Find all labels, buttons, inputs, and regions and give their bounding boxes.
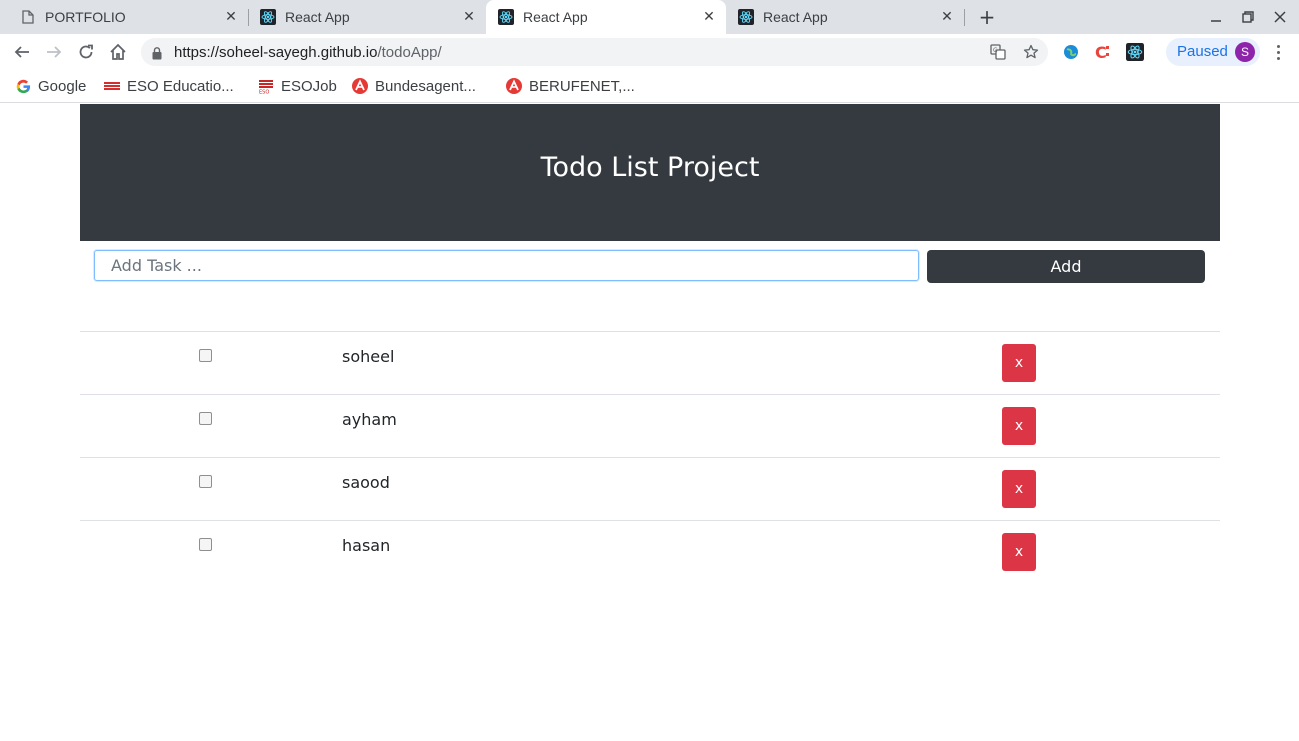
page-title: Todo List Project	[540, 152, 760, 183]
todo-checkbox[interactable]	[199, 349, 212, 362]
avatar: S	[1235, 42, 1255, 62]
minimize-icon[interactable]	[1207, 8, 1225, 26]
google-icon	[15, 78, 31, 94]
delete-todo-button[interactable]: x	[1002, 533, 1036, 571]
todo-checkbox[interactable]	[199, 475, 212, 488]
todo-text: saood	[342, 473, 390, 492]
star-icon[interactable]	[1022, 43, 1040, 61]
restore-icon[interactable]	[1239, 8, 1257, 26]
tab-react-app-active[interactable]: React App ✕	[486, 0, 726, 34]
forward-arrow-icon[interactable]	[42, 40, 66, 64]
home-icon[interactable]	[106, 40, 130, 64]
tab-title: PORTFOLIO	[45, 9, 126, 25]
bookmark-label: ESO Educatio...	[127, 77, 234, 95]
tab-react-app-3[interactable]: React App ✕	[726, 0, 964, 34]
close-icon[interactable]: ✕	[222, 8, 240, 26]
bookmark-label: ESOJob	[281, 77, 337, 95]
reload-icon[interactable]	[74, 40, 98, 64]
bookmarks-bar: Google ESO Educatio... ESO ESOJob Bundes…	[0, 70, 1299, 103]
close-icon[interactable]: ✕	[460, 8, 478, 26]
list-item: ayham x	[80, 394, 1220, 457]
react-devtools-icon[interactable]	[1125, 42, 1145, 62]
list-item: hasan x	[80, 520, 1220, 583]
document-icon	[20, 9, 36, 25]
delete-todo-button[interactable]: x	[1002, 470, 1036, 508]
bookmark-eso-education[interactable]: ESO Educatio...	[104, 75, 234, 97]
todo-list: soheel x ayham x saood x hasan x	[80, 331, 1220, 583]
svg-text:ESO: ESO	[259, 90, 269, 95]
delete-todo-button[interactable]: x	[1002, 407, 1036, 445]
svg-text:G: G	[993, 47, 998, 54]
tab-divider	[964, 9, 965, 26]
list-item: soheel x	[80, 331, 1220, 394]
bookmark-label: BERUFENET,...	[529, 77, 635, 95]
delete-todo-button[interactable]: x	[1002, 344, 1036, 382]
tab-portfolio[interactable]: PORTFOLIO ✕	[8, 0, 248, 34]
globe-extension-icon[interactable]	[1061, 42, 1081, 62]
profile-status: Paused	[1177, 43, 1228, 60]
menu-dots-icon[interactable]	[1268, 42, 1288, 62]
tab-title: React App	[523, 9, 588, 25]
profile-button[interactable]: Paused S	[1166, 38, 1260, 66]
react-icon	[738, 9, 754, 25]
todo-checkbox[interactable]	[199, 412, 212, 425]
translate-icon[interactable]: G	[989, 43, 1007, 61]
bookmark-label: Bundesagent...	[375, 77, 476, 95]
tab-react-app-1[interactable]: React App ✕	[248, 0, 486, 34]
close-window-icon[interactable]	[1271, 8, 1289, 26]
c-extension-icon[interactable]: C	[1093, 42, 1113, 62]
bookmark-label: Google	[38, 77, 87, 95]
todo-text: ayham	[342, 410, 397, 429]
arbeitsagentur-icon	[506, 78, 522, 94]
add-task-button[interactable]: Add	[927, 250, 1205, 283]
browser-toolbar: https://soheel-sayegh.github.io/todoApp/…	[0, 34, 1299, 70]
tab-title: React App	[763, 9, 828, 25]
bookmark-bundesagentur[interactable]: Bundesagent...	[352, 75, 476, 97]
bookmark-esojob[interactable]: ESO ESOJob	[258, 75, 337, 97]
add-task-input[interactable]	[94, 250, 919, 281]
tab-title: React App	[285, 9, 350, 25]
bookmark-berufenet[interactable]: BERUFENET,...	[506, 75, 635, 97]
esojob-icon: ESO	[258, 78, 274, 94]
bookmark-google[interactable]: Google	[15, 75, 86, 97]
react-icon	[260, 9, 276, 25]
tab-strip: PORTFOLIO ✕ React App ✕ React App ✕ Reac…	[0, 0, 1299, 34]
address-bar[interactable]: https://soheel-sayegh.github.io/todoApp/…	[141, 38, 1048, 66]
todo-text: soheel	[342, 347, 395, 366]
list-item: saood x	[80, 457, 1220, 520]
todo-text: hasan	[342, 536, 391, 555]
arbeitsagentur-icon	[352, 78, 368, 94]
url-path: /todoApp/	[377, 44, 442, 61]
url-text: https://soheel-sayegh.github.io/todoApp/	[174, 44, 442, 61]
svg-text:C: C	[1095, 43, 1107, 61]
todo-checkbox[interactable]	[199, 538, 212, 551]
new-tab-button[interactable]: +	[976, 5, 998, 29]
url-host: https://soheel-sayegh.github.io	[174, 44, 378, 61]
react-icon	[498, 9, 514, 25]
lock-icon	[152, 45, 162, 64]
back-arrow-icon[interactable]	[10, 40, 34, 64]
eso-icon	[104, 78, 120, 94]
close-icon[interactable]: ✕	[700, 8, 718, 26]
app-header: Todo List Project	[80, 104, 1220, 241]
close-icon[interactable]: ✕	[938, 8, 956, 26]
